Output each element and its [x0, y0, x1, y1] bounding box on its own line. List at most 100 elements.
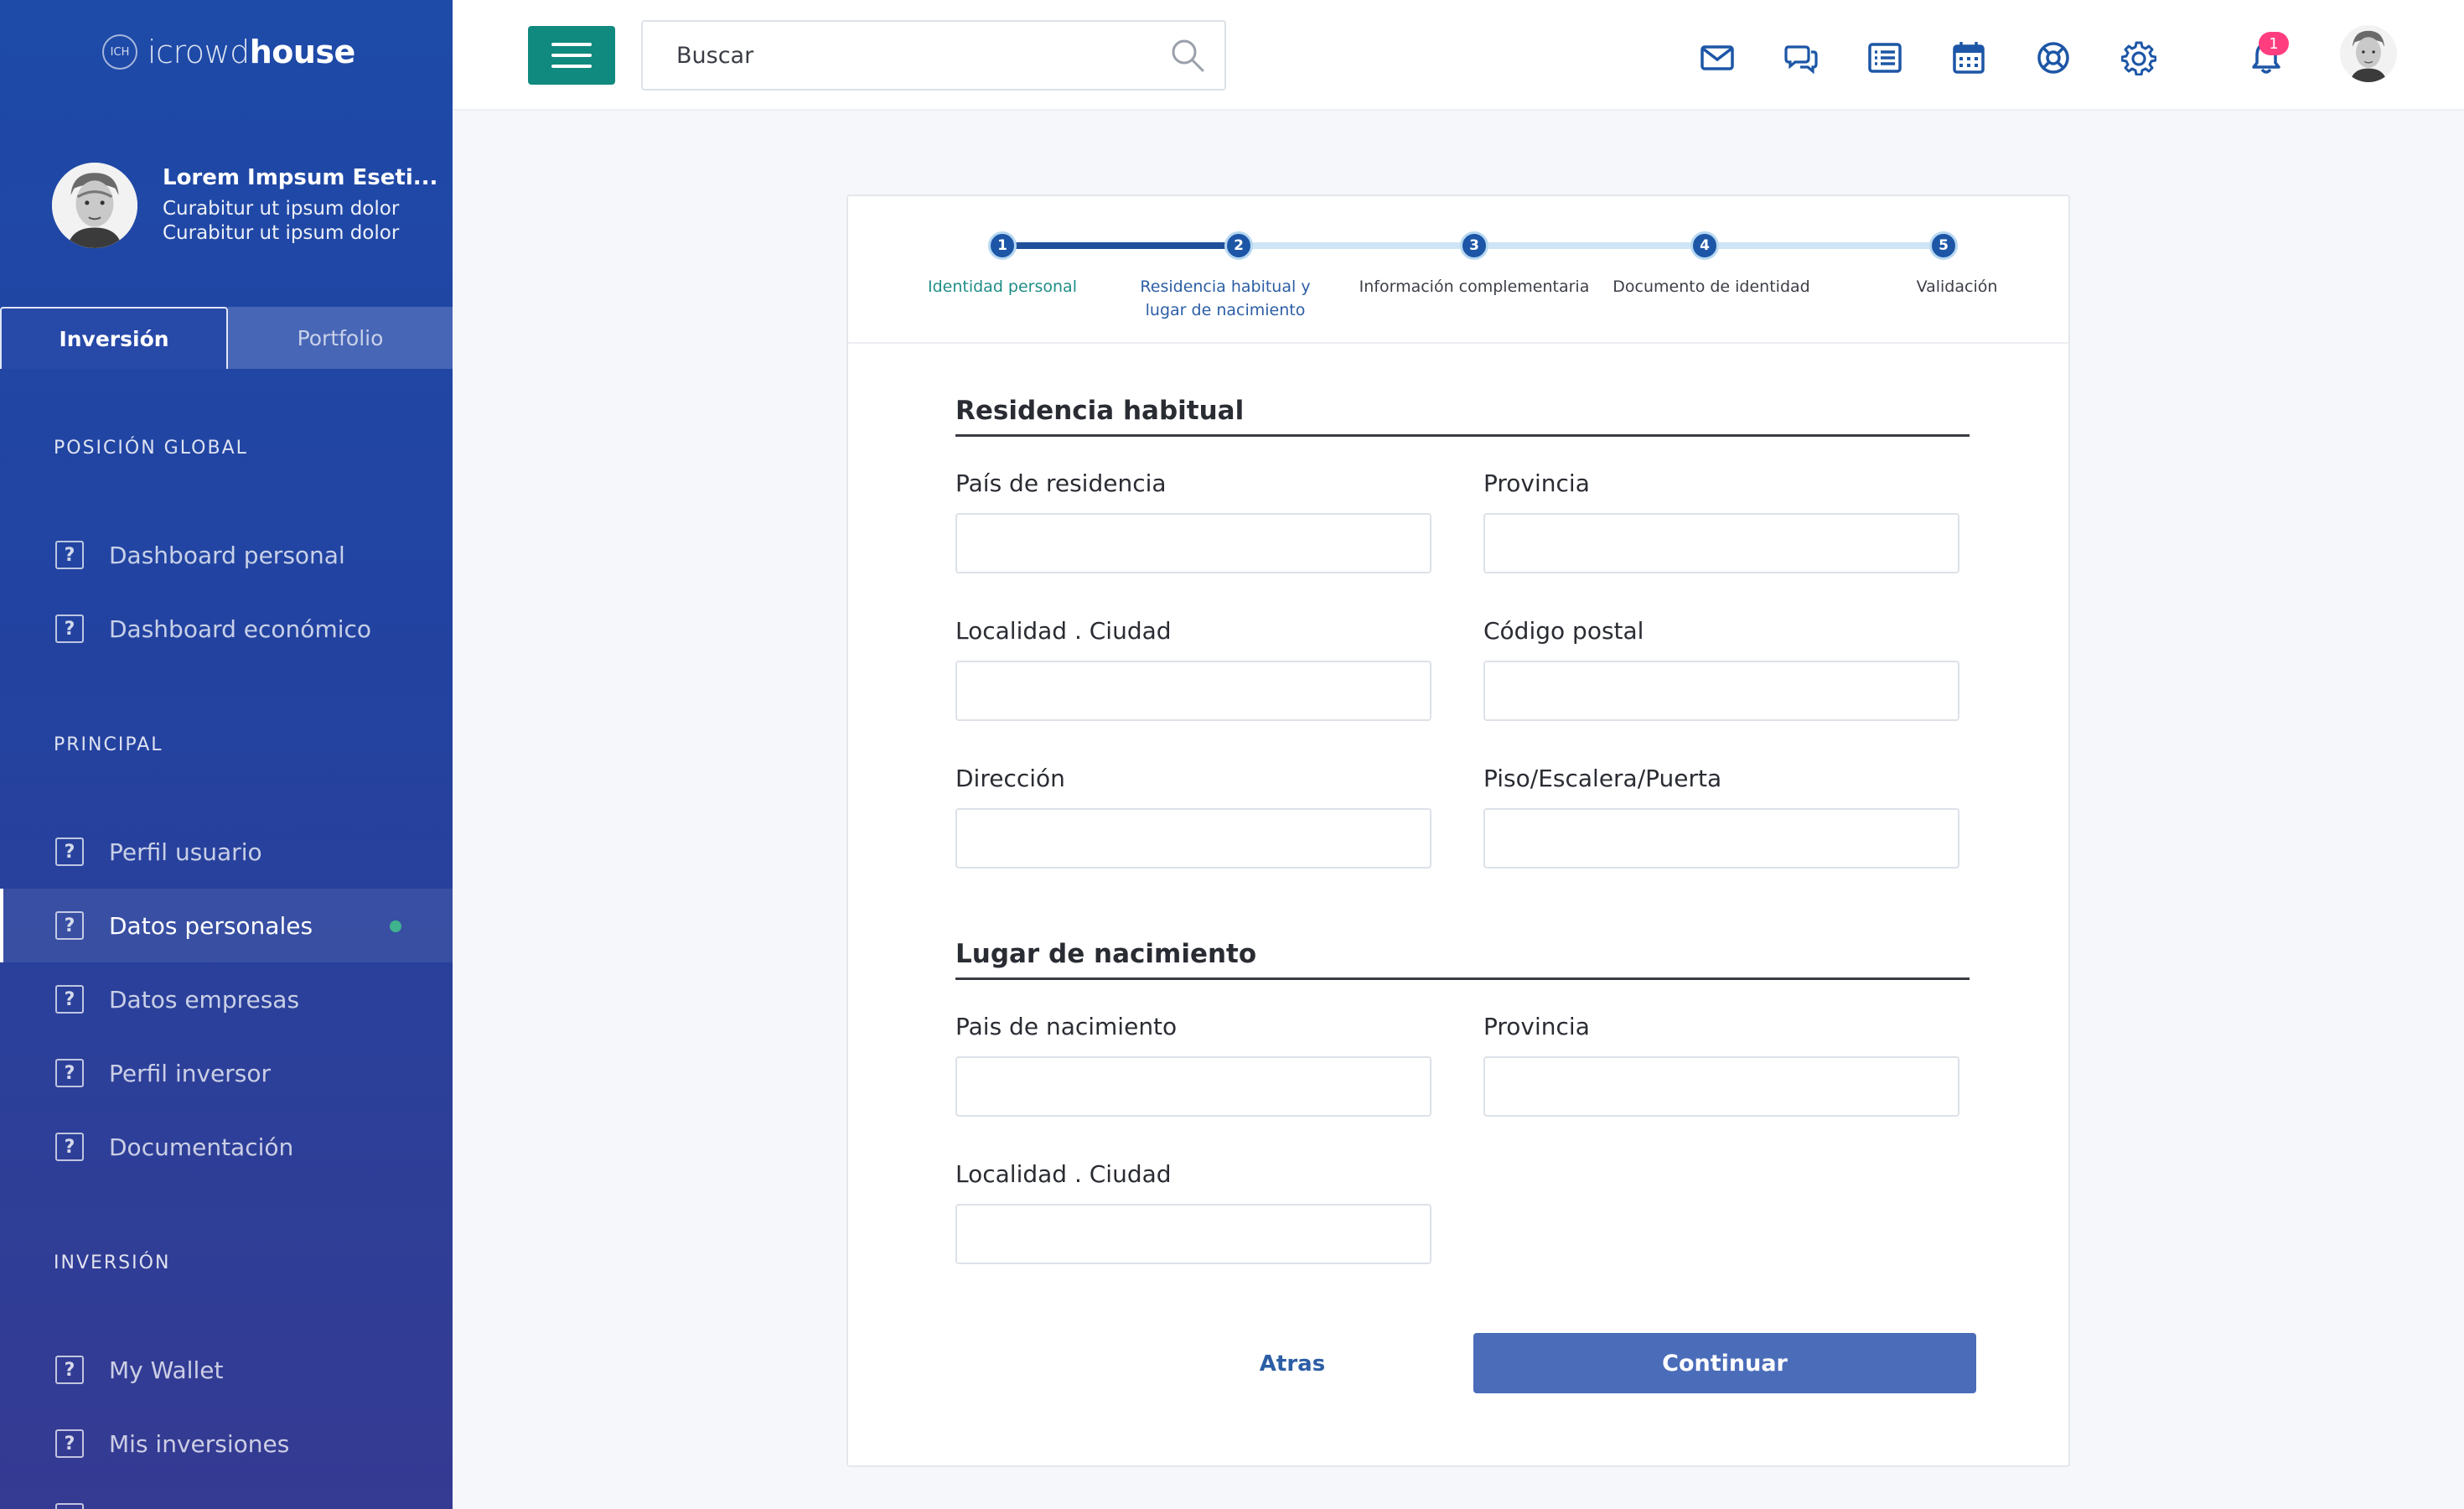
brand-logo[interactable]: ICH icrowdhouse: [102, 34, 355, 70]
codigo-postal-label: Código postal: [1483, 617, 1644, 645]
step-4-label: Documento de identidad: [1612, 277, 1810, 296]
menu-bar: [551, 65, 592, 68]
pais-residencia-input[interactable]: [955, 513, 1431, 573]
help-square-icon: ?: [55, 985, 84, 1014]
menu-bar: [551, 54, 592, 57]
menu-bar: [551, 43, 592, 46]
progress-stepper: 1 2 3 4 5 Identidad personal Residencia …: [848, 196, 2068, 344]
codigo-postal-input[interactable]: [1483, 661, 1959, 721]
piso-input[interactable]: [1483, 808, 1959, 869]
sidebar-item-dashboard-economico[interactable]: ? Dashboard económico: [0, 592, 453, 666]
profile-info: Lorem Impsum Eseti... Curabitur ut ipsum…: [163, 165, 437, 246]
step-2-label: Residencia habitual y lugar de nacimient…: [1140, 277, 1311, 319]
sidebar-item-label: Dashboard personal: [109, 541, 345, 569]
help-square-icon: ?: [55, 1429, 84, 1458]
topbar-avatar[interactable]: [2340, 25, 2397, 82]
profile-avatar[interactable]: [52, 163, 137, 248]
sidebar-item-label: Documentación: [109, 1133, 294, 1161]
direccion-label: Dirección: [955, 765, 1065, 792]
section-title-inversion: INVERSIÓN: [54, 1252, 171, 1273]
step-1-marker[interactable]: 1: [988, 231, 1017, 260]
search-input[interactable]: [643, 22, 1146, 89]
brand-name: icrowdhouse: [148, 34, 355, 70]
help-square-icon: ?: [55, 1059, 84, 1087]
list-icon[interactable]: [1867, 40, 1902, 75]
help-square-icon: ?: [55, 1503, 84, 1509]
back-button[interactable]: Atras: [1183, 1351, 1401, 1377]
step-5-label: Validación: [1916, 277, 1998, 296]
stepper-progress: [1004, 242, 1240, 249]
profile-line-1: Curabitur ut ipsum dolor: [163, 198, 400, 220]
sidebar-item-perfil-usuario[interactable]: ? Perfil usuario: [0, 815, 453, 889]
continue-button[interactable]: Continuar: [1473, 1333, 1976, 1393]
direccion-input[interactable]: [955, 808, 1431, 869]
localidad-nacimiento-input[interactable]: [955, 1204, 1431, 1264]
sidebar-item-perfil-inversor[interactable]: ? Perfil inversor: [0, 1036, 453, 1110]
step-3-marker[interactable]: 3: [1460, 231, 1488, 260]
step-4-marker[interactable]: 4: [1690, 231, 1719, 260]
provincia-residencia-label: Provincia: [1483, 469, 1590, 497]
notification-badge: 1: [2259, 32, 2289, 55]
section-title-principal: PRINCIPAL: [54, 734, 163, 755]
chat-icon[interactable]: [1783, 40, 1819, 75]
sidebar-item-mis-inversiones[interactable]: ? Mis inversiones: [0, 1407, 453, 1480]
sidebar-item-datos-personales[interactable]: ? Datos personales: [0, 889, 453, 962]
active-indicator-dot: [390, 920, 401, 932]
help-square-icon: ?: [55, 541, 84, 569]
calendar-icon[interactable]: [1951, 40, 1986, 75]
pais-nacimiento-input[interactable]: [955, 1056, 1431, 1117]
help-square-icon: ?: [55, 911, 84, 940]
localidad-residencia-label: Localidad . Ciudad: [955, 617, 1172, 645]
personal-data-card: 1 2 3 4 5 Identidad personal Residencia …: [846, 194, 2070, 1467]
search-box: [641, 20, 1226, 91]
profile-line-2: Curabitur ut ipsum dolor: [163, 222, 400, 244]
sidebar-item-label: Datos empresas: [109, 985, 300, 1014]
user-profile: Lorem Impsum Eseti... Curabitur ut ipsum…: [52, 163, 437, 248]
help-square-icon: ?: [55, 1133, 84, 1161]
localidad-residencia-input[interactable]: [955, 661, 1431, 721]
step-3-label: Información complementaria: [1359, 277, 1590, 296]
piso-label: Piso/Escalera/Puerta: [1483, 765, 1722, 792]
sidebar-tabs: Inversión Portfolio: [0, 307, 453, 369]
section-residencia-title: Residencia habitual: [955, 396, 1970, 437]
gear-icon[interactable]: [2120, 40, 2157, 76]
sidebar: ICH icrowdhouse Lorem Impsum Eseti... Cu…: [0, 0, 453, 1509]
hamburger-menu-button[interactable]: [528, 26, 615, 85]
sidebar-item-label: Datos personales: [109, 911, 313, 940]
sidebar-item-label: Perfil usuario: [109, 837, 262, 866]
sidebar-item-partial[interactable]: ?: [0, 1480, 453, 1509]
brand-name-bold: house: [249, 34, 356, 70]
support-icon[interactable]: [2036, 40, 2071, 75]
step-1-label: Identidad personal: [928, 277, 1077, 296]
topbar: 1: [453, 0, 2464, 111]
provincia-nacimiento-label: Provincia: [1483, 1013, 1590, 1040]
step-2-marker[interactable]: 2: [1224, 231, 1253, 260]
sidebar-item-label: My Wallet: [109, 1356, 224, 1384]
brand-badge: ICH: [102, 34, 137, 70]
section-title-posicion-global: POSICIÓN GLOBAL: [54, 438, 248, 459]
profile-name: Lorem Impsum Eseti...: [163, 165, 438, 190]
step-5-marker[interactable]: 5: [1929, 231, 1958, 260]
sidebar-item-documentacion[interactable]: ? Documentación: [0, 1110, 453, 1184]
sidebar-item-label: Dashboard económico: [109, 614, 372, 643]
sidebar-item-dashboard-personal[interactable]: ? Dashboard personal: [0, 518, 453, 592]
tab-inversion[interactable]: Inversión: [0, 307, 228, 369]
pais-residencia-label: País de residencia: [955, 469, 1167, 497]
localidad-nacimiento-label: Localidad . Ciudad: [955, 1160, 1172, 1188]
help-square-icon: ?: [55, 837, 84, 866]
section-nacimiento-title: Lugar de nacimiento: [955, 939, 1970, 980]
provincia-nacimiento-input[interactable]: [1483, 1056, 1959, 1117]
sidebar-item-my-wallet[interactable]: ? My Wallet: [0, 1333, 453, 1407]
help-square-icon: ?: [55, 1356, 84, 1384]
sidebar-item-datos-empresas[interactable]: ? Datos empresas: [0, 962, 453, 1036]
help-square-icon: ?: [55, 614, 84, 643]
brand-name-light: icrowd: [148, 34, 250, 70]
tab-portfolio[interactable]: Portfolio: [228, 307, 453, 369]
pais-nacimiento-label: Pais de nacimiento: [955, 1013, 1178, 1040]
search-icon[interactable]: [1169, 37, 1206, 74]
avatar-portrait-icon: [52, 163, 137, 248]
sidebar-item-label: Mis inversiones: [109, 1429, 290, 1458]
mail-icon[interactable]: [1700, 40, 1735, 75]
sidebar-item-label: Perfil inversor: [109, 1059, 272, 1087]
provincia-residencia-input[interactable]: [1483, 513, 1959, 573]
